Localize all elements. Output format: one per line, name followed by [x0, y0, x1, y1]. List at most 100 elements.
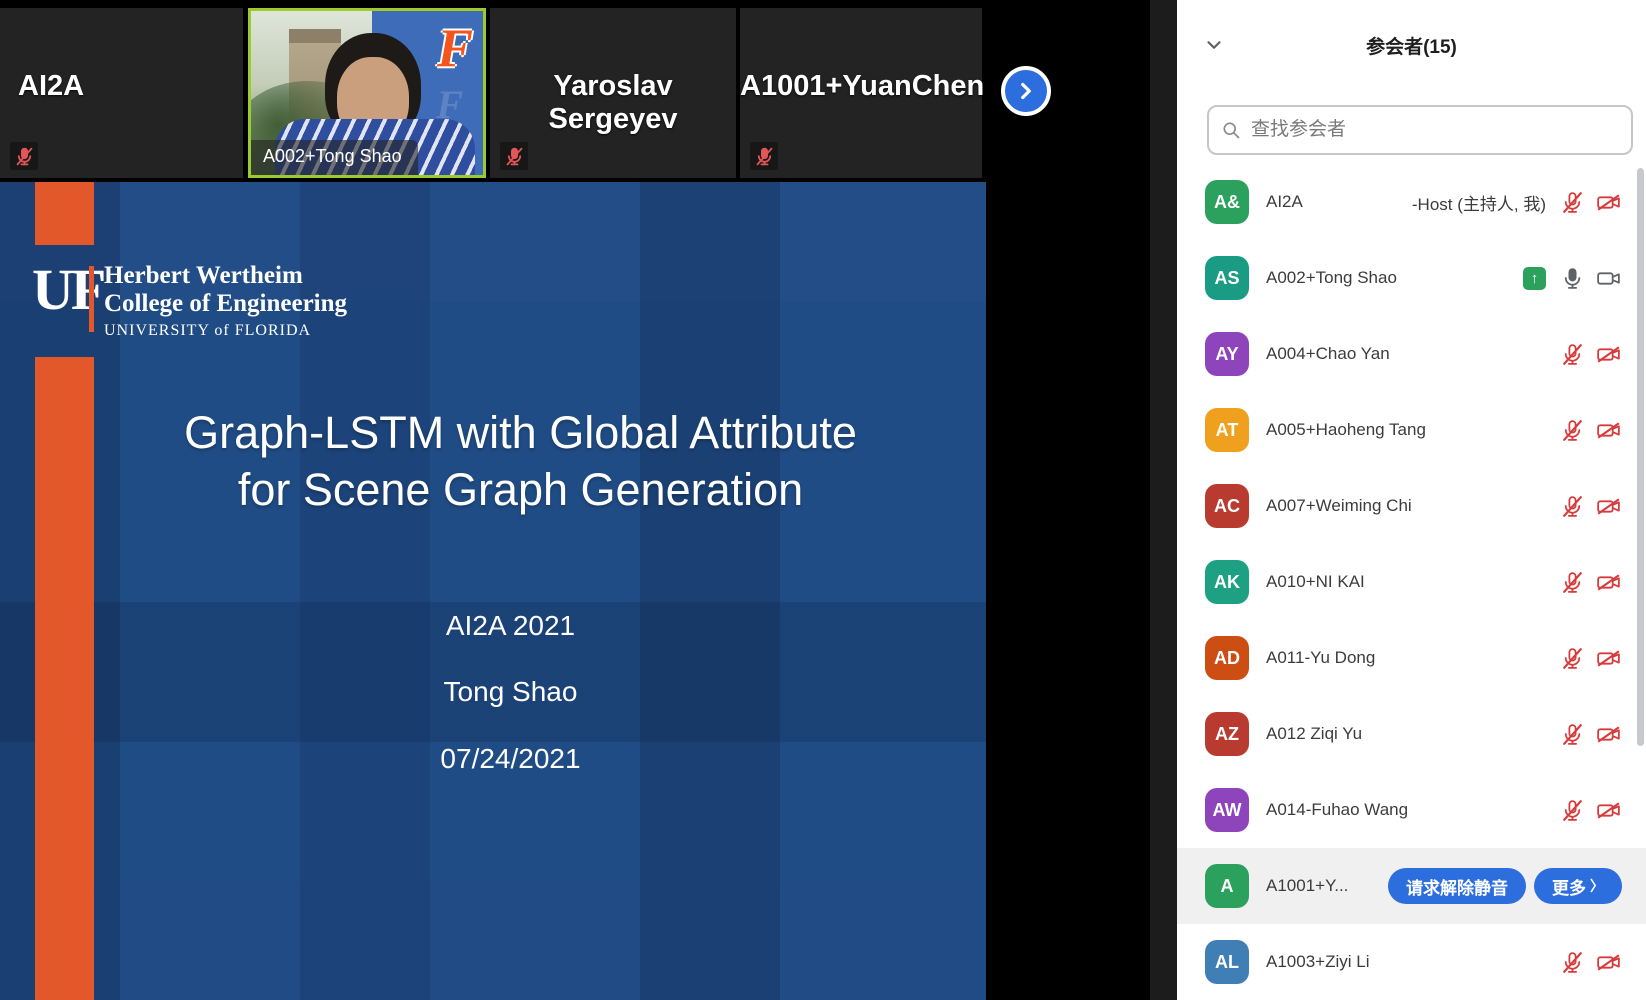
mic-muted-icon — [1560, 342, 1585, 367]
participant-initials: AY — [1215, 344, 1238, 365]
participant-row[interactable]: AD A011-Yu Dong — [1177, 620, 1646, 696]
participant-status-icons — [1560, 190, 1622, 215]
slide-date: 07/24/2021 — [70, 743, 951, 775]
slide-event: AI2A 2021 — [70, 610, 951, 642]
participant-row[interactable]: AL A1003+Ziyi Li — [1177, 924, 1646, 1000]
participant-avatar: AL — [1205, 940, 1249, 984]
participant-avatar: A — [1205, 864, 1249, 908]
muted-mic-icon — [750, 142, 778, 170]
participant-name: A011-Yu Dong — [1266, 648, 1375, 668]
panel-edge-shadow — [1150, 0, 1177, 1000]
video-name-label: A002+Tong Shao — [251, 140, 418, 175]
video-off-icon — [1595, 570, 1622, 595]
participant-row[interactable]: AW A014-Fuhao Wang — [1177, 772, 1646, 848]
participants-header: 参会者(15) — [1177, 0, 1646, 92]
screen-share-indicator: ↑ — [1523, 267, 1546, 290]
participant-avatar: AK — [1205, 560, 1249, 604]
participant-name: A010+NI KAI — [1266, 572, 1365, 592]
participant-avatar: AT — [1205, 408, 1249, 452]
participant-row[interactable]: AZ A012 Ziqi Yu — [1177, 696, 1646, 772]
participant-initials: AT — [1216, 420, 1239, 441]
logo-university-line: UNIVERSITY of FLORIDA — [104, 322, 311, 340]
participant-name: A014-Fuhao Wang — [1266, 800, 1408, 820]
button-label: 请求解除静音 — [1406, 874, 1508, 899]
participant-name: A1001+Y... — [1266, 876, 1348, 896]
video-area: AI2A F F A002+Tong Shao Yaroslav Sergeye… — [0, 0, 1177, 1000]
participant-status-icons — [1560, 342, 1622, 367]
search-icon — [1221, 120, 1241, 140]
participant-avatar: AZ — [1205, 712, 1249, 756]
video-off-icon — [1595, 646, 1622, 671]
orange-accent-bar-top — [35, 182, 94, 245]
muted-mic-icon — [500, 142, 528, 170]
mic-muted-icon — [1560, 418, 1585, 443]
participant-tile-video-tong-shao[interactable]: F F A002+Tong Shao — [248, 8, 486, 178]
participant-status-icons — [1560, 722, 1622, 747]
participant-status-icons — [1560, 646, 1622, 671]
participant-initials: AZ — [1215, 724, 1239, 745]
participant-avatar: AW — [1205, 788, 1249, 832]
video-off-icon — [1595, 798, 1622, 823]
row-actions: 请求解除静音 更多〉 — [1388, 868, 1622, 904]
participant-initials: AD — [1214, 648, 1240, 669]
participant-row[interactable]: A& AI2A -Host (主持人, 我) — [1177, 164, 1646, 240]
mic-muted-icon — [1560, 950, 1585, 975]
participant-name: A004+Chao Yan — [1266, 344, 1390, 364]
tile-name-label: A1001+YuanChen — [740, 70, 982, 103]
participant-status-icons — [1560, 798, 1622, 823]
participant-avatar: A& — [1205, 180, 1249, 224]
participant-tile-yaroslav[interactable]: Yaroslav Sergeyev — [490, 8, 736, 178]
participant-row[interactable]: AS A002+Tong Shao ↑ — [1177, 240, 1646, 316]
presentation-slide: UF Herbert Wertheim College of Engineeri… — [0, 182, 986, 1000]
participant-avatar: AY — [1205, 332, 1249, 376]
chevron-right-icon: 〉 — [1590, 876, 1604, 896]
slide-author: Tong Shao — [70, 676, 951, 708]
participant-role: -Host (主持人, 我) — [1412, 190, 1546, 215]
participant-tile-yuanchen[interactable]: A1001+YuanChen — [740, 8, 982, 178]
next-videos-button[interactable] — [1001, 66, 1051, 116]
participant-avatar: AS — [1205, 256, 1249, 300]
participants-panel: 参会者(15) A& AI2A -Host (主持人, 我) AS — [1177, 0, 1646, 1000]
muted-mic-icon — [10, 142, 38, 170]
chevron-right-icon — [1013, 78, 1039, 104]
participant-avatar: AD — [1205, 636, 1249, 680]
participant-initials: AL — [1215, 952, 1239, 973]
participant-status-icons: ↑ — [1523, 266, 1622, 291]
uf-logo-divider — [89, 266, 94, 332]
participant-row[interactable]: AK A010+NI KAI — [1177, 544, 1646, 620]
button-label: 更多 — [1552, 874, 1586, 899]
participant-initials: A& — [1214, 192, 1240, 213]
scrollbar-thumb[interactable] — [1637, 168, 1644, 746]
participant-status-icons — [1560, 950, 1622, 975]
participant-initials: AS — [1214, 268, 1239, 289]
participant-status-icons — [1560, 570, 1622, 595]
mic-muted-icon — [1560, 494, 1585, 519]
participant-initials: AW — [1213, 800, 1242, 821]
participant-status-icons — [1560, 418, 1622, 443]
slide-title-line1: Graph-LSTM with Global Attribute — [90, 404, 951, 461]
video-off-icon — [1595, 494, 1622, 519]
search-box — [1207, 105, 1633, 155]
mic-muted-icon — [1560, 570, 1585, 595]
video-off-icon — [1595, 722, 1622, 747]
participant-row[interactable]: A A1001+Y... 请求解除静音 更多〉 — [1177, 848, 1646, 924]
participant-row[interactable]: AC A007+Weiming Chi — [1177, 468, 1646, 544]
more-button[interactable]: 更多〉 — [1534, 868, 1622, 904]
ask-to-unmute-button[interactable]: 请求解除静音 — [1388, 868, 1526, 904]
mic-muted-icon — [1560, 722, 1585, 747]
participants-title: 参会者(15) — [1177, 32, 1646, 59]
tile-name-label: AI2A — [18, 70, 84, 103]
logo-college-line1: Herbert Wertheim — [104, 262, 303, 290]
participants-list: A& AI2A -Host (主持人, 我) AS A002+Tong Shao… — [1177, 164, 1646, 1000]
slide-title: Graph-LSTM with Global Attribute for Sce… — [90, 404, 951, 518]
participant-row[interactable]: AY A004+Chao Yan — [1177, 316, 1646, 392]
participant-row[interactable]: AT A005+Haoheng Tang — [1177, 392, 1646, 468]
participant-name: A002+Tong Shao — [1266, 268, 1397, 288]
participant-name: AI2A — [1266, 192, 1303, 212]
participant-name: A1003+Ziyi Li — [1266, 952, 1369, 972]
participant-tile-ai2a[interactable]: AI2A — [0, 8, 243, 178]
gators-f-logo: F — [437, 17, 473, 79]
search-participants-input[interactable] — [1249, 118, 1619, 142]
video-off-icon — [1595, 418, 1622, 443]
participant-avatar: AC — [1205, 484, 1249, 528]
